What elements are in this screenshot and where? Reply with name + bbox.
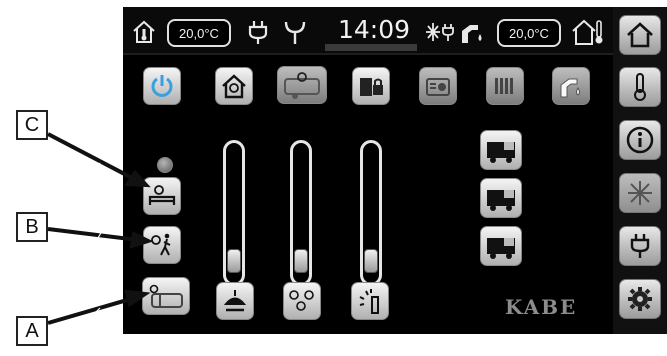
settings-button[interactable] (619, 279, 661, 319)
spot-lights-icon (289, 290, 314, 311)
ceiling-lamp-slider[interactable] (223, 140, 245, 286)
callout-a: A (16, 316, 48, 346)
temperature-button[interactable] (619, 67, 661, 107)
home-button[interactable] (619, 15, 661, 55)
person-light-icon (151, 233, 171, 256)
power-plug-icon (247, 19, 269, 45)
settings-icon (628, 287, 652, 311)
thermometer-icon (634, 73, 646, 101)
lock-icon (360, 78, 383, 96)
antenna-icon (283, 19, 307, 45)
wall-light-slider[interactable] (360, 140, 382, 286)
caravan-side-icon (487, 190, 515, 211)
caravan-mode-3-button[interactable] (480, 226, 522, 266)
radiator-button[interactable] (486, 67, 524, 105)
cooling-button[interactable] (619, 173, 661, 213)
house-light-icon (222, 74, 246, 99)
water-tap-button[interactable] (552, 67, 590, 105)
brand-logo: KABE (505, 295, 578, 319)
home-icon (627, 22, 653, 48)
spot-lights-slider[interactable] (290, 140, 312, 286)
wall-light-button[interactable] (351, 282, 389, 320)
lock-button[interactable] (352, 67, 390, 105)
callout-b: B (16, 212, 48, 242)
indoor-temperature[interactable]: 20,0°C (167, 19, 231, 47)
snowflake-icon (628, 181, 652, 205)
caravan-light-icon (284, 72, 320, 99)
indoor-thermometer-icon (131, 19, 157, 45)
slider-knob[interactable] (294, 249, 308, 273)
spot-lights-button[interactable] (283, 282, 321, 320)
outdoor-temperature[interactable]: 20,0°C (497, 19, 561, 47)
control-panel-screen: 20,0°C 14:09 20,0°C KABE (123, 7, 667, 334)
awning-light-button[interactable] (142, 277, 190, 315)
radio-icon (426, 78, 450, 96)
power-icon (151, 75, 173, 97)
outdoor-thermometer-icon (571, 17, 605, 47)
water-tap-icon (560, 78, 580, 98)
info-icon (626, 126, 654, 154)
bed-light-icon (148, 185, 176, 205)
ceiling-lamp-icon (223, 290, 247, 312)
house-light-button[interactable] (215, 67, 253, 105)
slider-knob[interactable] (364, 249, 378, 273)
power-plug-icon (630, 234, 650, 258)
caravan-rear-icon (487, 238, 515, 259)
bed-light-button[interactable] (143, 177, 181, 215)
person-light-button[interactable] (143, 226, 181, 264)
sidebar (613, 7, 667, 334)
clock-underline (325, 44, 417, 51)
info-button[interactable] (619, 120, 661, 160)
caravan-front-icon (487, 142, 515, 163)
clock[interactable]: 14:09 (331, 15, 417, 44)
snowflake-plug-icon (425, 21, 455, 43)
water-pump-icon (459, 19, 485, 45)
wall-light-icon (359, 289, 379, 314)
power-button[interactable] (143, 67, 181, 105)
radio-button[interactable] (419, 67, 457, 105)
caravan-mode-1-button[interactable] (480, 130, 522, 170)
ceiling-lamp-button[interactable] (216, 282, 254, 320)
caravan-mode-2-button[interactable] (480, 178, 522, 218)
caravan-light-button[interactable] (277, 66, 327, 104)
power-supply-button[interactable] (619, 226, 661, 266)
status-led (157, 157, 173, 173)
callout-c: C (16, 110, 48, 140)
radiator-icon (495, 78, 513, 94)
slider-knob[interactable] (227, 249, 241, 273)
status-bar: 20,0°C 14:09 20,0°C (123, 7, 613, 55)
awning-light-icon (149, 284, 183, 308)
